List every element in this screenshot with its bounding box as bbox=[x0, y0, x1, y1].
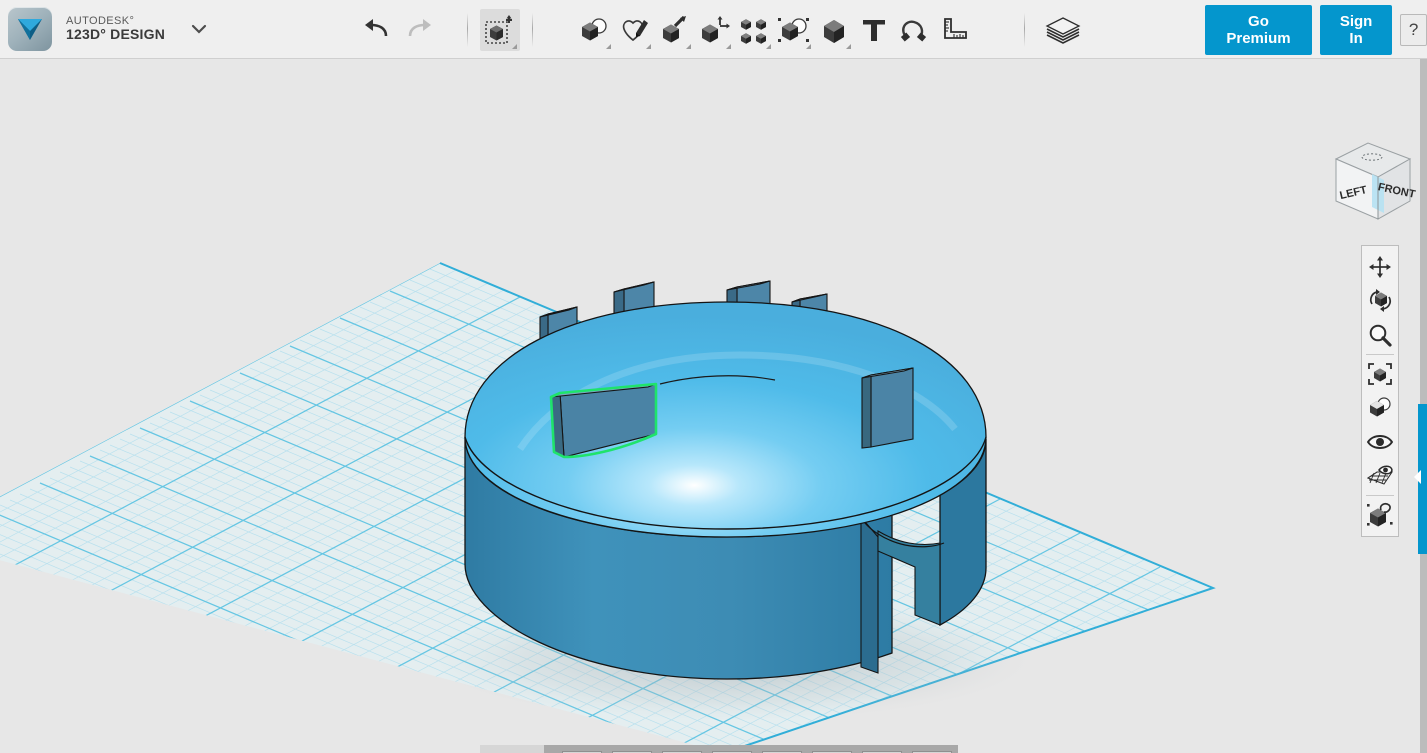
view-presets-tool[interactable] bbox=[1363, 391, 1397, 425]
ruler-measure-icon bbox=[940, 17, 968, 43]
undo-arrow-icon bbox=[364, 19, 392, 41]
modify-tool[interactable] bbox=[694, 9, 734, 51]
brand-block[interactable]: AUTODESK° 123D° DESIGN bbox=[8, 7, 207, 51]
right-panel-expander[interactable] bbox=[1418, 404, 1427, 554]
bottom-toolbar bbox=[480, 745, 958, 753]
3d-model-viewport[interactable]: LEFT FRONT bbox=[0, 59, 1427, 753]
modify-cube-arrows-icon bbox=[698, 16, 730, 44]
cube-sphere-views-icon bbox=[1367, 396, 1393, 420]
toolbar-separator bbox=[1024, 13, 1025, 47]
notch-inner-face bbox=[861, 517, 878, 673]
grouping-status-button[interactable] bbox=[480, 745, 544, 753]
tool-menu-caret bbox=[646, 44, 651, 49]
navigation-toolbar bbox=[1361, 245, 1399, 537]
orbit-cube-icon bbox=[1367, 289, 1393, 313]
tool-menu-caret bbox=[606, 44, 611, 49]
pan-tool[interactable] bbox=[1363, 250, 1397, 284]
nav-divider bbox=[1366, 495, 1394, 496]
grid-snap-tool[interactable] bbox=[1363, 459, 1397, 493]
transform-tool[interactable] bbox=[480, 9, 520, 51]
materials-group bbox=[1012, 0, 1089, 59]
app-root: AUTODESK° 123D° DESIGN bbox=[0, 0, 1427, 753]
undo-button[interactable] bbox=[358, 9, 398, 51]
brand-line-2: 123D° DESIGN bbox=[66, 27, 165, 43]
snap-tool[interactable] bbox=[894, 9, 934, 51]
text-t-icon bbox=[861, 17, 887, 43]
tool-menu-caret bbox=[806, 44, 811, 49]
tool-menu-caret bbox=[686, 44, 691, 49]
fit-tool[interactable] bbox=[1363, 357, 1397, 391]
measure-tool[interactable] bbox=[934, 9, 974, 51]
solid-cube-icon bbox=[819, 16, 849, 44]
modeling-tools-group bbox=[574, 0, 974, 59]
sketch-pen-icon bbox=[619, 17, 649, 43]
layers-stack-icon bbox=[1044, 16, 1082, 44]
eye-visibility-icon bbox=[1367, 432, 1393, 452]
construct-extrude-icon bbox=[659, 16, 689, 44]
redo-arrow-icon bbox=[404, 19, 432, 41]
toolbar-separator bbox=[467, 13, 468, 47]
toolbar-separator bbox=[532, 13, 533, 47]
magnet-snap-icon bbox=[899, 17, 929, 43]
tool-menu-caret bbox=[512, 44, 517, 49]
material-tool[interactable] bbox=[1037, 9, 1089, 51]
brand-text: AUTODESK° 123D° DESIGN bbox=[66, 15, 165, 43]
construct-tool[interactable] bbox=[654, 9, 694, 51]
visibility-tool[interactable] bbox=[1363, 425, 1397, 459]
account-group: Go Premium Sign In ? bbox=[1205, 0, 1427, 59]
zoom-tool[interactable] bbox=[1363, 318, 1397, 352]
redo-button[interactable] bbox=[398, 9, 438, 51]
display-style-cube-icon bbox=[1366, 502, 1394, 528]
magnifier-zoom-icon bbox=[1368, 323, 1392, 347]
primitives-tool[interactable] bbox=[574, 9, 614, 51]
pan-four-arrows-icon bbox=[1368, 255, 1392, 279]
orbit-tool[interactable] bbox=[1363, 284, 1397, 318]
chevron-left-icon bbox=[1414, 470, 1421, 484]
transform-group bbox=[455, 0, 545, 59]
sketch-tool[interactable] bbox=[614, 9, 654, 51]
transform-cube-move-icon bbox=[483, 15, 517, 45]
top-toolbar: AUTODESK° 123D° DESIGN bbox=[0, 0, 1427, 59]
help-button[interactable]: ? bbox=[1400, 14, 1427, 46]
pattern-tool[interactable] bbox=[734, 9, 774, 51]
autodesk-logo-icon bbox=[8, 7, 52, 51]
grid-eye-snap-icon bbox=[1367, 465, 1393, 487]
combine-cube-sphere-icon bbox=[777, 16, 811, 44]
tool-menu-caret bbox=[726, 44, 731, 49]
fit-to-screen-cube-icon bbox=[1367, 362, 1393, 386]
text-tool[interactable] bbox=[854, 9, 894, 51]
history-group bbox=[358, 0, 438, 59]
chevron-down-icon[interactable] bbox=[191, 24, 207, 34]
nav-divider bbox=[1366, 354, 1394, 355]
primitives-cube-sphere-icon bbox=[578, 17, 610, 43]
go-premium-button[interactable]: Go Premium bbox=[1205, 5, 1312, 55]
rim-tab bbox=[862, 368, 913, 448]
sign-in-button[interactable]: Sign In bbox=[1320, 5, 1392, 55]
view-cube[interactable]: LEFT FRONT bbox=[1322, 129, 1422, 229]
pattern-four-cubes-icon bbox=[739, 16, 769, 44]
display-tool[interactable] bbox=[1363, 498, 1397, 532]
tool-menu-caret bbox=[846, 44, 851, 49]
combine-tool[interactable] bbox=[814, 9, 854, 51]
scene-render bbox=[0, 59, 1427, 753]
grouping-tool[interactable] bbox=[774, 9, 814, 51]
tool-menu-caret bbox=[766, 44, 771, 49]
